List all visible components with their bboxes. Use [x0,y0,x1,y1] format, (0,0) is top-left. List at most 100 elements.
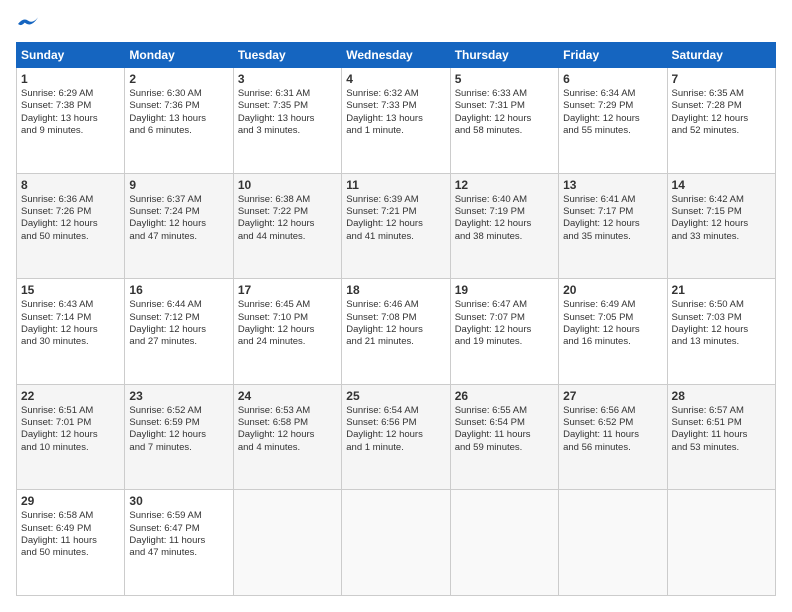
calendar-cell [342,490,450,596]
cell-line: Sunrise: 6:41 AM [563,194,662,206]
day-number: 4 [346,72,445,86]
day-number: 1 [21,72,120,86]
calendar-cell: 4Sunrise: 6:32 AMSunset: 7:33 PMDaylight… [342,68,450,174]
cell-line: Daylight: 11 hours [129,535,228,547]
cell-line: Sunrise: 6:36 AM [21,194,120,206]
calendar-cell: 14Sunrise: 6:42 AMSunset: 7:15 PMDayligh… [667,173,775,279]
cell-line: Daylight: 12 hours [563,113,662,125]
cell-line: Daylight: 12 hours [21,218,120,230]
page: SundayMondayTuesdayWednesdayThursdayFrid… [0,0,792,612]
calendar-cell: 23Sunrise: 6:52 AMSunset: 6:59 PMDayligh… [125,384,233,490]
cell-line: Sunrise: 6:43 AM [21,299,120,311]
calendar-cell: 15Sunrise: 6:43 AMSunset: 7:14 PMDayligh… [17,279,125,385]
cell-line: Daylight: 12 hours [455,113,554,125]
cell-line: Daylight: 12 hours [21,429,120,441]
calendar-week-3: 15Sunrise: 6:43 AMSunset: 7:14 PMDayligh… [17,279,776,385]
calendar-table: SundayMondayTuesdayWednesdayThursdayFrid… [16,42,776,596]
calendar-cell [233,490,341,596]
cell-line: Daylight: 12 hours [21,324,120,336]
cell-line: Sunset: 7:10 PM [238,312,337,324]
cell-line: Sunrise: 6:59 AM [129,510,228,522]
cell-line: Daylight: 13 hours [21,113,120,125]
cell-line: Sunrise: 6:46 AM [346,299,445,311]
calendar-week-5: 29Sunrise: 6:58 AMSunset: 6:49 PMDayligh… [17,490,776,596]
cell-line: Sunrise: 6:35 AM [672,88,771,100]
cell-line: Daylight: 12 hours [672,324,771,336]
day-number: 5 [455,72,554,86]
day-number: 2 [129,72,228,86]
cell-line: Sunset: 6:52 PM [563,417,662,429]
cell-line: and 56 minutes. [563,442,662,454]
cell-line: and 33 minutes. [672,231,771,243]
day-number: 3 [238,72,337,86]
cell-line: Daylight: 12 hours [129,218,228,230]
cell-line: Sunset: 7:28 PM [672,100,771,112]
calendar-cell: 21Sunrise: 6:50 AMSunset: 7:03 PMDayligh… [667,279,775,385]
day-number: 30 [129,494,228,508]
cell-line: and 58 minutes. [455,125,554,137]
day-number: 27 [563,389,662,403]
cell-line: Sunrise: 6:58 AM [21,510,120,522]
cell-line: and 19 minutes. [455,336,554,348]
cell-line: and 52 minutes. [672,125,771,137]
calendar-cell: 11Sunrise: 6:39 AMSunset: 7:21 PMDayligh… [342,173,450,279]
day-number: 14 [672,178,771,192]
cell-line: Sunrise: 6:34 AM [563,88,662,100]
calendar-header-tuesday: Tuesday [233,43,341,68]
cell-line: and 4 minutes. [238,442,337,454]
logo [16,16,38,32]
cell-line: and 47 minutes. [129,231,228,243]
cell-line: Sunrise: 6:38 AM [238,194,337,206]
day-number: 21 [672,283,771,297]
calendar-cell: 6Sunrise: 6:34 AMSunset: 7:29 PMDaylight… [559,68,667,174]
calendar-cell: 13Sunrise: 6:41 AMSunset: 7:17 PMDayligh… [559,173,667,279]
calendar-header-thursday: Thursday [450,43,558,68]
cell-line: Daylight: 12 hours [129,324,228,336]
calendar-cell: 9Sunrise: 6:37 AMSunset: 7:24 PMDaylight… [125,173,233,279]
day-number: 15 [21,283,120,297]
cell-line: Daylight: 13 hours [346,113,445,125]
calendar-cell: 5Sunrise: 6:33 AMSunset: 7:31 PMDaylight… [450,68,558,174]
day-number: 18 [346,283,445,297]
cell-line: Sunset: 7:07 PM [455,312,554,324]
header [16,16,776,32]
cell-line: Daylight: 13 hours [129,113,228,125]
calendar-cell: 29Sunrise: 6:58 AMSunset: 6:49 PMDayligh… [17,490,125,596]
cell-line: and 55 minutes. [563,125,662,137]
day-number: 8 [21,178,120,192]
cell-line: Daylight: 12 hours [238,429,337,441]
cell-line: Sunset: 7:26 PM [21,206,120,218]
cell-line: and 1 minute. [346,125,445,137]
cell-line: Sunrise: 6:51 AM [21,405,120,417]
cell-line: Sunrise: 6:45 AM [238,299,337,311]
day-number: 12 [455,178,554,192]
cell-line: and 7 minutes. [129,442,228,454]
cell-line: Sunset: 7:31 PM [455,100,554,112]
cell-line: Sunrise: 6:53 AM [238,405,337,417]
day-number: 6 [563,72,662,86]
calendar-cell: 20Sunrise: 6:49 AMSunset: 7:05 PMDayligh… [559,279,667,385]
cell-line: Sunset: 6:51 PM [672,417,771,429]
day-number: 10 [238,178,337,192]
day-number: 24 [238,389,337,403]
cell-line: Sunrise: 6:37 AM [129,194,228,206]
day-number: 9 [129,178,228,192]
cell-line: and 53 minutes. [672,442,771,454]
calendar-header-row: SundayMondayTuesdayWednesdayThursdayFrid… [17,43,776,68]
cell-line: and 41 minutes. [346,231,445,243]
cell-line: Sunset: 6:54 PM [455,417,554,429]
cell-line: and 50 minutes. [21,547,120,559]
cell-line: Daylight: 11 hours [21,535,120,547]
calendar-cell: 30Sunrise: 6:59 AMSunset: 6:47 PMDayligh… [125,490,233,596]
cell-line: and 13 minutes. [672,336,771,348]
calendar-week-4: 22Sunrise: 6:51 AMSunset: 7:01 PMDayligh… [17,384,776,490]
cell-line: Sunrise: 6:42 AM [672,194,771,206]
calendar-cell [450,490,558,596]
calendar-cell: 16Sunrise: 6:44 AMSunset: 7:12 PMDayligh… [125,279,233,385]
cell-line: and 44 minutes. [238,231,337,243]
cell-line: and 50 minutes. [21,231,120,243]
cell-line: Sunset: 7:22 PM [238,206,337,218]
cell-line: Sunrise: 6:31 AM [238,88,337,100]
cell-line: Sunset: 6:58 PM [238,417,337,429]
cell-line: Sunrise: 6:49 AM [563,299,662,311]
